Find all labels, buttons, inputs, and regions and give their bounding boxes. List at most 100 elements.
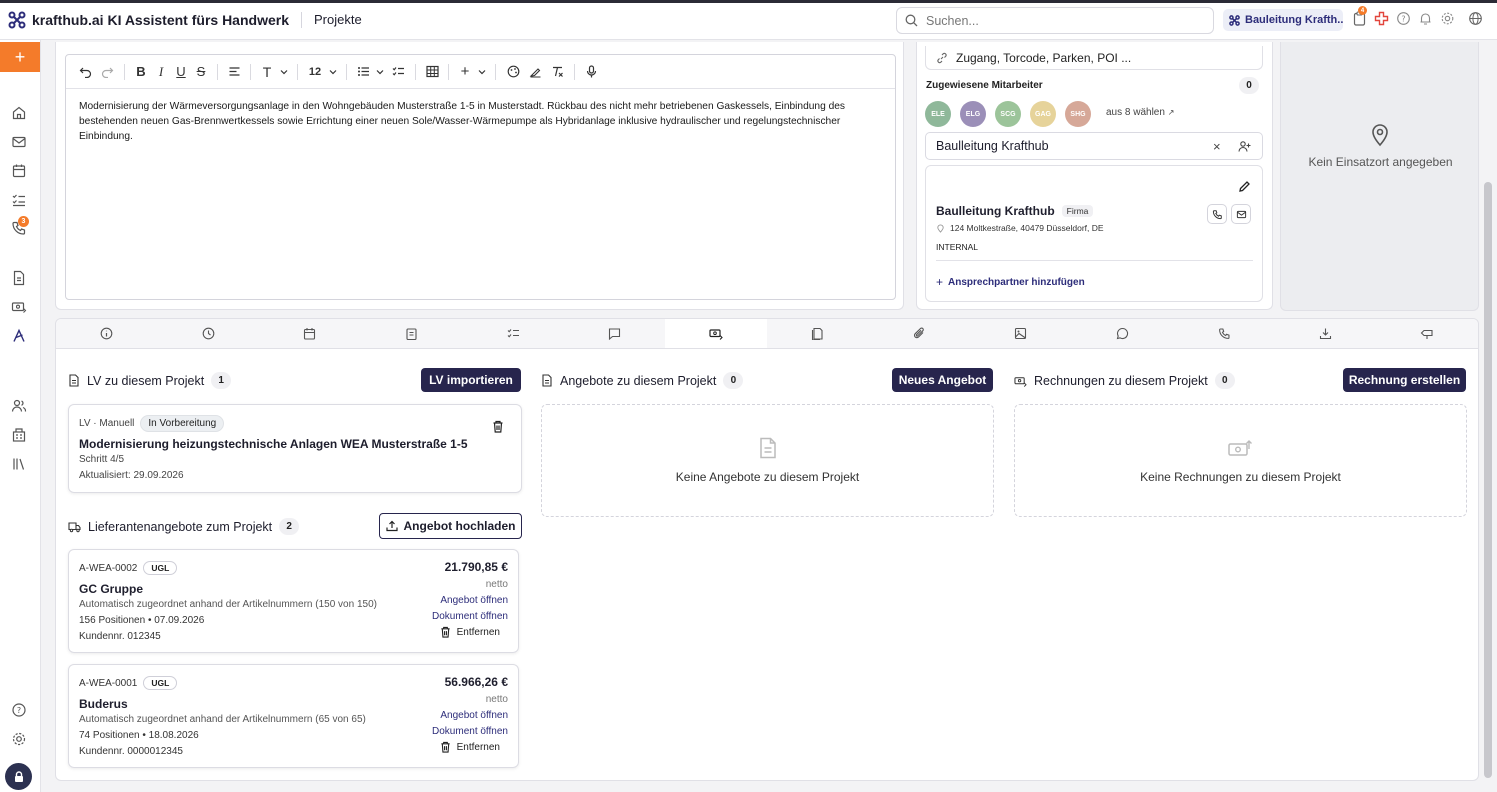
add-person-icon[interactable]	[1238, 140, 1251, 153]
font-size-select[interactable]: 12	[304, 61, 326, 83]
document-icon[interactable]	[11, 270, 27, 286]
align-left-icon[interactable]	[224, 61, 244, 83]
supplier-offer-card[interactable]: A-WEA-0002 UGL GC Gruppe Automatisch zug…	[68, 549, 519, 653]
assigned-employees-label: Zugewiesene Mitarbeiter	[926, 80, 1043, 91]
home-icon[interactable]	[11, 105, 27, 121]
lv-card[interactable]: LV · Manuell In Vorbereitung Modernisier…	[68, 404, 522, 493]
checklist-icon[interactable]	[11, 192, 27, 208]
open-offer-link[interactable]: Angebot öffnen	[440, 710, 508, 721]
insert-plus-icon[interactable]: +	[455, 61, 475, 83]
open-document-link[interactable]: Dokument öffnen	[432, 726, 508, 737]
tab-messages[interactable]	[564, 319, 666, 348]
contact-select[interactable]: Baulleitung Krafthub ×	[925, 132, 1263, 160]
company-switcher[interactable]: Bauleitung Krafth...	[1223, 9, 1343, 31]
page-scrollbar[interactable]	[1484, 182, 1492, 778]
mail-icon[interactable]	[11, 134, 27, 150]
tab-info[interactable]	[56, 319, 158, 348]
trash-icon[interactable]	[492, 420, 504, 433]
employee-avatar[interactable]: SHG	[1065, 101, 1091, 127]
gear-icon[interactable]	[1440, 11, 1455, 26]
tab-tasks[interactable]	[462, 319, 564, 348]
checklist-icon	[507, 329, 519, 338]
remove-offer-button[interactable]: Entfernen	[440, 741, 500, 753]
add-contact-link[interactable]: + Ansprechpartner hinzufügen	[936, 275, 1085, 289]
calendar-icon[interactable]	[11, 163, 27, 179]
tab-calls[interactable]	[1173, 319, 1275, 348]
open-document-link[interactable]: Dokument öffnen	[432, 611, 508, 622]
choose-employees-link[interactable]: aus 8 wählen ↗	[1106, 107, 1174, 118]
invoices-section-header: Rechnungen zu diesem Projekt 0	[1014, 372, 1235, 389]
tab-signpost[interactable]	[1377, 319, 1479, 348]
clipboard-icon[interactable]: 4	[1352, 6, 1367, 26]
microphone-icon[interactable]	[581, 61, 601, 83]
building-icon[interactable]	[11, 427, 27, 443]
rich-text-editor[interactable]: B I U S T 12 + Modernisierung der Wärmev…	[65, 54, 896, 300]
palette-icon[interactable]	[502, 61, 524, 83]
assigned-count: 0	[1239, 77, 1259, 94]
tab-chat[interactable]	[1072, 319, 1174, 348]
tab-finance[interactable]	[665, 319, 768, 348]
chevron-down-icon[interactable]	[326, 61, 340, 83]
description-text[interactable]: Modernisierung der Wärmeversorgungsanlag…	[66, 89, 895, 154]
employee-avatar[interactable]: ELE	[925, 101, 951, 127]
access-info-field[interactable]: Zugang, Torcode, Parken, POI ...	[925, 46, 1263, 70]
undo-icon[interactable]	[74, 61, 96, 83]
bullet-list-icon[interactable]	[353, 61, 373, 83]
email-button[interactable]	[1231, 204, 1251, 224]
create-button[interactable]: +	[0, 42, 40, 72]
users-icon[interactable]	[11, 398, 27, 414]
external-arrow-icon: ↗	[1167, 108, 1175, 117]
highlighter-icon[interactable]	[524, 61, 546, 83]
brand[interactable]: krafthub.ai KI Assistent fürs Handwerk	[8, 11, 289, 29]
chevron-down-icon[interactable]	[277, 61, 291, 83]
tab-clipboard[interactable]	[361, 319, 463, 348]
tab-calendar[interactable]	[259, 319, 361, 348]
clear-format-icon[interactable]	[546, 61, 568, 83]
call-button[interactable]	[1207, 204, 1227, 224]
import-lv-button[interactable]: LV importieren	[421, 368, 521, 392]
underline-icon[interactable]: U	[171, 61, 191, 83]
strikethrough-icon[interactable]: S	[191, 61, 211, 83]
top-bar: krafthub.ai KI Assistent fürs Handwerk P…	[0, 0, 1497, 40]
search-input[interactable]: Suchen...	[896, 7, 1214, 34]
chevron-down-icon[interactable]	[475, 61, 489, 83]
tab-history[interactable]	[158, 319, 260, 348]
tab-images[interactable]	[970, 319, 1072, 348]
offer-id: A-WEA-0001	[79, 677, 138, 689]
bell-icon[interactable]	[1418, 11, 1433, 26]
library-icon[interactable]	[11, 456, 27, 472]
create-invoice-button[interactable]: Rechnung erstellen	[1343, 368, 1466, 392]
supplier-offer-card[interactable]: A-WEA-0001 UGL Buderus Automatisch zugeo…	[68, 664, 519, 768]
globe-icon[interactable]	[1468, 11, 1483, 26]
edit-pencil-icon[interactable]	[1238, 180, 1251, 193]
tab-downloads[interactable]	[1275, 319, 1377, 348]
remove-offer-button[interactable]: Entfernen	[440, 626, 500, 638]
projects-icon[interactable]	[11, 328, 27, 344]
bold-icon[interactable]: B	[131, 61, 151, 83]
lv-step: Schritt 4/5	[79, 454, 125, 465]
employee-avatar[interactable]: GAG	[1030, 101, 1056, 127]
settings-icon[interactable]	[11, 731, 27, 747]
employee-avatar[interactable]: SCG	[995, 101, 1021, 127]
breadcrumb[interactable]: Projekte	[314, 12, 362, 27]
offers-count: 0	[723, 372, 744, 389]
checklist-icon[interactable]	[387, 61, 409, 83]
table-icon[interactable]	[422, 61, 442, 83]
employee-avatar[interactable]: ELG	[960, 101, 986, 127]
italic-icon[interactable]: I	[151, 61, 171, 83]
tab-attachments[interactable]	[869, 319, 971, 348]
upload-offer-button[interactable]: Angebot hochladen	[379, 513, 522, 539]
invoice-icon[interactable]	[11, 299, 27, 315]
health-cross-icon[interactable]	[1374, 11, 1389, 26]
redo-icon[interactable]	[96, 61, 118, 83]
new-offer-button[interactable]: Neues Angebot	[892, 368, 993, 392]
open-offer-link[interactable]: Angebot öffnen	[440, 595, 508, 606]
chevron-down-icon[interactable]	[373, 61, 387, 83]
user-avatar[interactable]	[5, 763, 32, 790]
phone-icon[interactable]: 3	[11, 216, 29, 236]
clear-icon[interactable]: ×	[1213, 139, 1221, 154]
text-style-icon[interactable]: T	[257, 61, 277, 83]
help-icon[interactable]: ?	[1396, 11, 1411, 26]
help-circle-icon[interactable]: ?	[11, 702, 27, 718]
tab-documents[interactable]	[767, 319, 869, 348]
